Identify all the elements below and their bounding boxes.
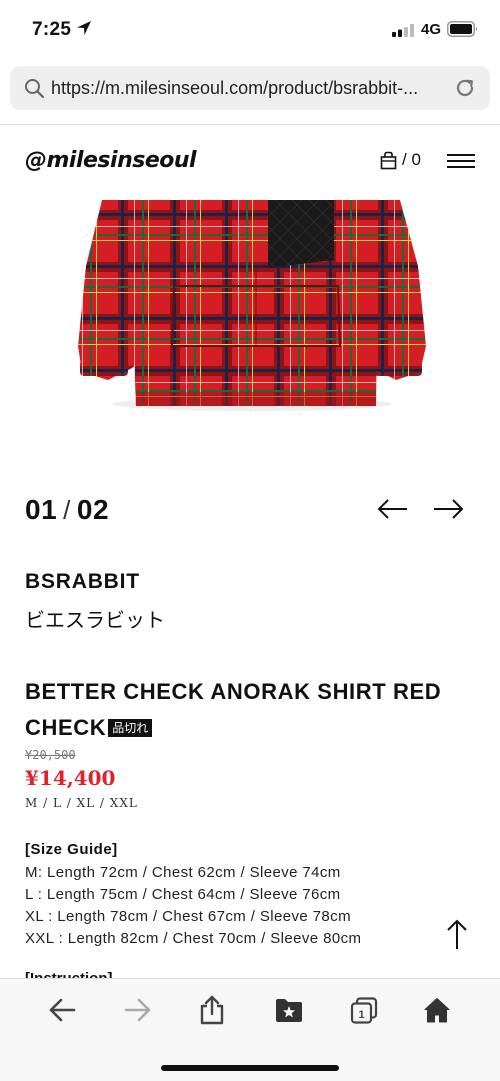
size-guide-heading: [Size Guide] [25, 841, 118, 858]
product-image[interactable] [0, 196, 500, 426]
sale-price: ¥14,400 [25, 766, 116, 790]
network-type: 4G [421, 21, 442, 38]
original-price: ¥20,500 [25, 748, 76, 762]
tabs-icon[interactable]: 1 [350, 997, 378, 1030]
site-logo[interactable]: @milesinseoul [25, 148, 197, 173]
product-title-text: BETTER CHECK ANORAK SHIRT RED CHECK [25, 679, 442, 740]
brand-name[interactable]: BSRABBIT [25, 570, 140, 594]
battery-icon [447, 21, 479, 42]
available-sizes: M / L / XL / XXL [25, 796, 138, 810]
reload-icon[interactable] [454, 77, 476, 104]
status-time: 7:25 [32, 19, 72, 40]
home-icon[interactable] [424, 997, 450, 1028]
forward-arrow-icon[interactable] [124, 997, 152, 1028]
slide-current: 01 [25, 494, 58, 525]
slide-total: 02 [76, 494, 110, 525]
location-arrow-icon [76, 20, 92, 41]
prev-slide-arrow-icon[interactable] [377, 498, 409, 525]
hamburger-menu-icon[interactable] [447, 154, 475, 173]
tab-count: 1 [358, 1009, 364, 1021]
search-icon [24, 78, 45, 104]
size-guide-row: L : Length 75cm / Chest 64cm / Sleeve 76… [25, 886, 341, 903]
home-indicator[interactable] [161, 1065, 339, 1071]
status-bar: 7:25 4G [0, 0, 500, 60]
cart-icon [380, 151, 397, 169]
address-bar[interactable]: https://m.milesinseoul.com/product/bsrab… [10, 66, 490, 110]
size-guide-list: M: Length 72cm / Chest 62cm / Sleeve 74c… [25, 862, 361, 950]
cart-button[interactable]: / 0 [380, 150, 421, 170]
bookmarks-icon[interactable] [275, 997, 303, 1028]
next-slide-arrow-icon[interactable] [432, 498, 464, 525]
cart-count: / 0 [402, 150, 421, 169]
size-guide-row: XL : Length 78cm / Chest 67cm / Sleeve 7… [25, 908, 351, 925]
share-icon[interactable] [199, 995, 225, 1030]
size-guide-row: XXL : Length 82cm / Chest 70cm / Sleeve … [25, 930, 362, 947]
url-text[interactable]: https://m.milesinseoul.com/product/bsrab… [51, 78, 451, 99]
slide-counter: 01/02 [25, 494, 109, 526]
product-title: BETTER CHECK ANORAK SHIRT RED CHECK 品切れ [25, 674, 485, 746]
slide-separator: / [63, 495, 71, 525]
brand-name-japanese: ビエスラビット [25, 608, 165, 632]
scroll-to-top-arrow-icon[interactable] [446, 918, 468, 955]
back-arrow-icon[interactable] [48, 997, 76, 1028]
signal-icon [392, 24, 416, 42]
soldout-badge: 品切れ [108, 719, 153, 737]
size-guide-row: M: Length 72cm / Chest 62cm / Sleeve 74c… [25, 864, 341, 881]
divider [0, 124, 500, 125]
